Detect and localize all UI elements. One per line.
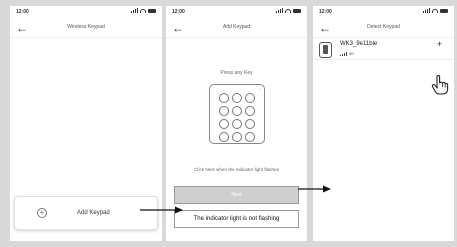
status-bar: 12:00 (166, 6, 307, 20)
flow-arrow-2 (298, 185, 331, 193)
light-not-flashing-button[interactable]: The indicator light is not flashing (174, 210, 299, 228)
signal-strength-icon (340, 52, 347, 56)
page-title: Add Keypad (222, 24, 251, 30)
phone-screen-detect-keypad: 12:00 ← Detect Keypad WK3_9e11ble 90 + (313, 6, 454, 241)
battery-icon (293, 8, 301, 13)
add-keypad-label: Add Keypad (77, 210, 110, 216)
device-signal: 90 (340, 51, 353, 56)
signal-icon (276, 8, 283, 13)
flow-arrow-1 (140, 206, 183, 214)
status-time: 12:00 (172, 9, 185, 15)
status-bar: 12:00 (10, 6, 162, 20)
device-name: WK3_9e11ble (340, 41, 378, 47)
signal-icon (131, 8, 138, 13)
status-time: 12:00 (16, 9, 29, 15)
status-bar: 12:00 (313, 6, 454, 20)
battery-icon (440, 8, 448, 13)
page-title: Wireless Keypad (67, 24, 105, 30)
nav-bar: ← Add Keypad (166, 20, 307, 38)
add-keypad-button[interactable]: + Add Keypad (14, 196, 158, 230)
status-icons (276, 8, 301, 13)
battery-icon (148, 8, 156, 13)
next-button[interactable]: Next (174, 186, 299, 204)
signal-value: 90 (349, 51, 354, 56)
page-title: Detect Keypad (367, 24, 400, 30)
keypad-icon: ◦ (209, 84, 265, 144)
status-icons (423, 8, 448, 13)
add-device-button[interactable]: + (437, 39, 442, 49)
nav-bar: ← Wireless Keypad (10, 20, 162, 38)
wifi-icon (432, 8, 438, 13)
phone-screen-add-keypad: 12:00 ← Add Keypad Press any Key ◦ Click… (166, 6, 307, 241)
indicator-light-icon: ◦ (259, 87, 261, 93)
instruction-text: Click Next when the indicator light flas… (194, 167, 279, 172)
hand-pointer-icon (431, 75, 449, 95)
detected-keypad-item[interactable]: WK3_9e11ble 90 + (313, 38, 454, 60)
signal-icon (423, 8, 430, 13)
wifi-icon (285, 8, 291, 13)
wifi-icon (140, 8, 146, 13)
status-icons (131, 8, 156, 13)
nav-bar: ← Detect Keypad (313, 20, 454, 38)
press-any-key-label: Press any Key (220, 70, 253, 76)
status-time: 12:00 (319, 9, 332, 15)
plus-circle-icon: + (37, 208, 47, 218)
keypad-device-icon (319, 42, 332, 58)
